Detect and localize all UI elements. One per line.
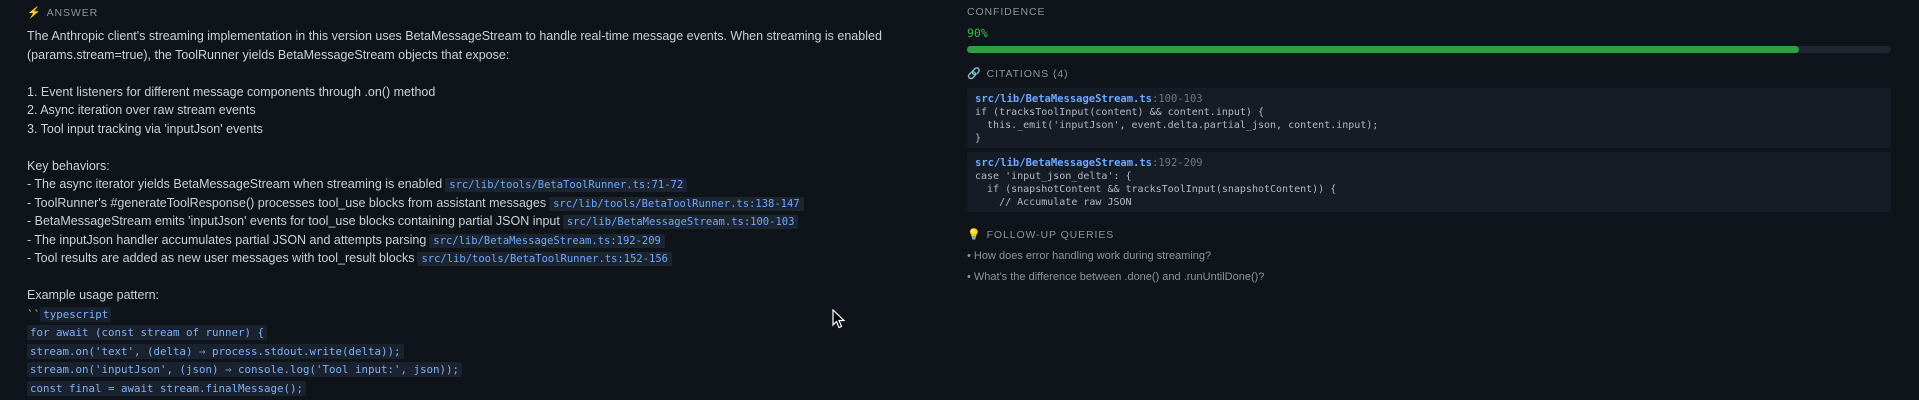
source-citation-link[interactable]: src/lib/tools/BetaToolRunner.ts:71-72 [445, 178, 688, 192]
confidence-bar-fill [967, 46, 1799, 53]
answer-text: - BetaMessageStream emits 'inputJson' ev… [27, 214, 560, 228]
answer-text: (params.stream=true), the ToolRunner yie… [27, 47, 510, 62]
confidence-value: 90% [967, 26, 988, 40]
code-fence-ticks: `` [27, 307, 41, 321]
answer-line [27, 268, 917, 287]
code-text: const final = await stream.finalMessage(… [27, 380, 307, 396]
answer-line: 3. Tool input tracking via 'inputJson' e… [27, 120, 917, 139]
answer-line: 1. Event listeners for different message… [27, 83, 917, 102]
answer-text: Example usage pattern: [27, 288, 160, 302]
lightbulb-icon: 💡 [967, 229, 982, 241]
source-citation-link[interactable]: src/lib/BetaMessageStream.ts:100-103 [562, 215, 799, 229]
answer-header: ⚡ ANSWER [27, 6, 99, 20]
code-line: for await (const stream of runner) { [27, 323, 917, 342]
code-fence-line: `` typescript [27, 305, 917, 324]
citation-code: case 'input_json_delta': { if (snapshotC… [975, 171, 1337, 208]
followups-title: FOLLOW-UP QUERIES [986, 228, 1115, 241]
citation-card[interactable]: src/lib/BetaMessageStream.ts:100-103 if … [967, 88, 1891, 148]
answer-line: - The inputJson handler accumulates part… [27, 231, 917, 250]
code-text: stream.on('inputJson', (json) ⇒ console.… [27, 362, 463, 377]
citation-header: src/lib/BetaMessageStream.ts:192-209 [975, 157, 1883, 170]
source-citation-link[interactable]: src/lib/BetaMessageStream.ts:192-209 [429, 233, 665, 248]
code-fence-language: typescript [40, 306, 112, 322]
code-line: const final = await stream.finalMessage(… [27, 379, 917, 398]
code-text: stream.on('text', (delta) ⇒ process.stdo… [27, 343, 404, 359]
answer-text: 2. Async iteration over raw stream event… [27, 103, 256, 117]
answer-text: The Anthropic client's streaming impleme… [27, 29, 882, 43]
answer-text: 3. Tool input tracking via 'inputJson' e… [27, 121, 263, 136]
citation-line-range: :192-209 [1152, 157, 1203, 169]
answer-text: 1. Event listeners for different message… [27, 84, 436, 99]
followups-header: 💡 FOLLOW-UP QUERIES [967, 228, 1115, 242]
citation-header: src/lib/BetaMessageStream.ts:100-103 [975, 93, 1883, 106]
answer-text: - The inputJson handler accumulates part… [27, 232, 427, 247]
answer-line: - Tool results are added as new user mes… [27, 249, 917, 268]
answer-title: ANSWER [46, 6, 99, 19]
source-citation-link[interactable]: src/lib/tools/BetaToolRunner.ts:152-156 [417, 252, 673, 266]
answer-line [27, 64, 917, 83]
lightning-icon: ⚡ [27, 7, 42, 19]
citation-code: if (tracksToolInput(content) && content.… [975, 107, 1379, 144]
answer-text: - ToolRunner's #generateToolResponse() p… [27, 195, 547, 210]
answer-body: The Anthropic client's streaming impleme… [27, 27, 917, 397]
answer-line: 2. Async iteration over raw stream event… [27, 101, 917, 120]
code-line: stream.on('text', (delta) ⇒ process.stdo… [27, 342, 917, 361]
answer-text: - The async iterator yields BetaMessageS… [27, 177, 443, 191]
citation-file-link[interactable]: src/lib/BetaMessageStream.ts [975, 93, 1152, 105]
citation-line-range: :100-103 [1152, 93, 1203, 105]
answer-line: - ToolRunner's #generateToolResponse() p… [27, 194, 917, 213]
followup-query[interactable]: • How does error handling work during st… [967, 250, 1211, 262]
answer-line: The Anthropic client's streaming impleme… [27, 27, 917, 46]
answer-line: - The async iterator yields BetaMessageS… [27, 175, 917, 194]
answer-text: - Tool results are added as new user mes… [27, 251, 415, 265]
citations-header: 🔗 CITATIONS (4) [967, 67, 1069, 81]
citation-card[interactable]: src/lib/BetaMessageStream.ts:192-209 cas… [967, 152, 1891, 212]
mouse-cursor-icon [832, 309, 846, 329]
answer-line: Example usage pattern: [27, 286, 917, 305]
answer-line [27, 138, 917, 157]
answer-line: - BetaMessageStream emits 'inputJson' ev… [27, 212, 917, 231]
code-line: stream.on('inputJson', (json) ⇒ console.… [27, 360, 917, 379]
link-icon: 🔗 [967, 68, 982, 80]
followup-query[interactable]: • What's the difference between .done() … [967, 271, 1264, 283]
answer-text: Key behaviors: [27, 158, 110, 173]
confidence-header: CONFIDENCE [967, 6, 1046, 18]
citations-title: CITATIONS (4) [986, 67, 1069, 80]
citation-file-link[interactable]: src/lib/BetaMessageStream.ts [975, 157, 1152, 169]
answer-line: (params.stream=true), the ToolRunner yie… [27, 46, 917, 65]
source-citation-link[interactable]: src/lib/tools/BetaToolRunner.ts:138-147 [549, 196, 804, 211]
code-text: for await (const stream of runner) { [27, 325, 268, 340]
answer-line: Key behaviors: [27, 157, 917, 176]
confidence-bar [967, 46, 1891, 53]
